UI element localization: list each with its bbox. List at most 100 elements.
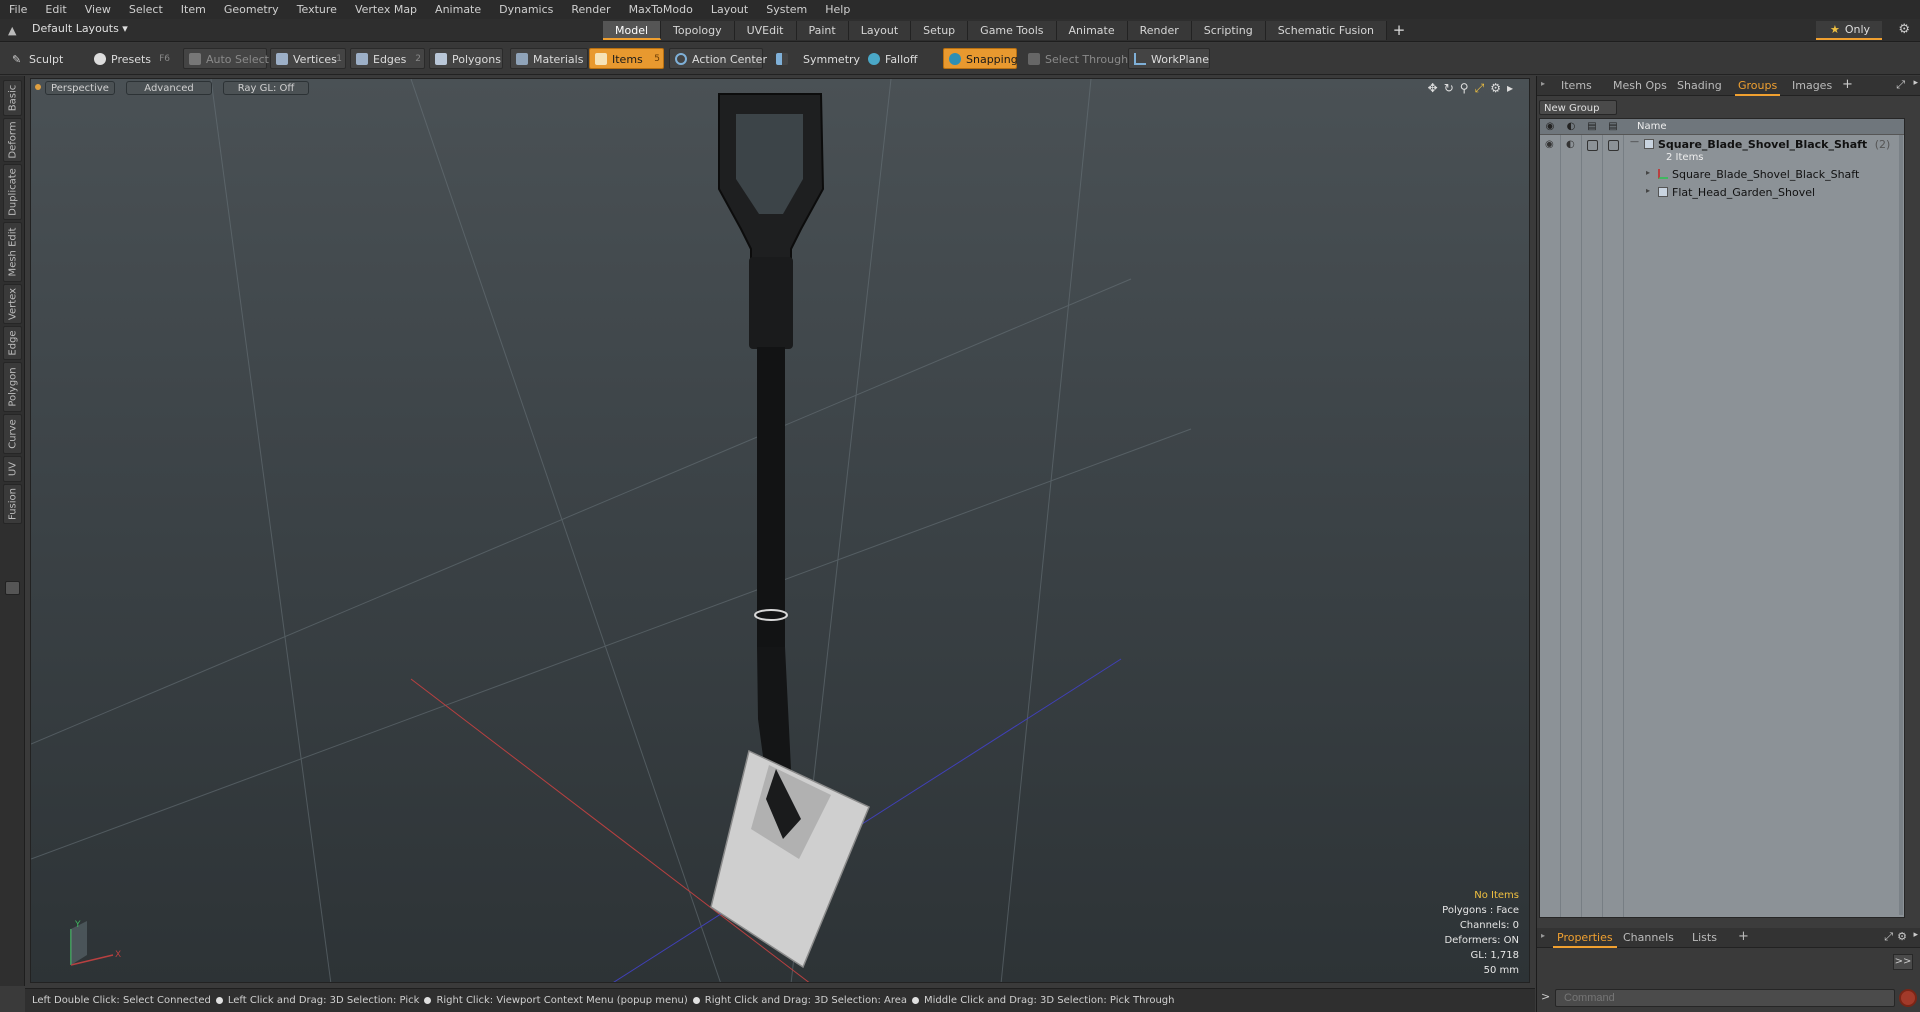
panel-menu-icon[interactable]: ▸	[1541, 79, 1545, 88]
auto-select-button[interactable]: Auto Select	[183, 48, 269, 69]
tab-shading[interactable]: Shading	[1677, 79, 1722, 92]
edges-button[interactable]: Edges 2	[350, 48, 425, 69]
add-tab-button[interactable]: +	[1387, 21, 1411, 41]
tab-mesh-ops[interactable]: Mesh Ops	[1613, 79, 1667, 92]
layout-selector[interactable]: Default Layouts ▾	[32, 22, 128, 35]
tab-topology[interactable]: Topology	[661, 21, 735, 40]
menu-item[interactable]: Item	[172, 0, 215, 19]
view-mode-button[interactable]: Perspective	[45, 81, 115, 95]
name-column-header[interactable]: Name	[1637, 121, 1667, 132]
3d-viewport[interactable]: Y X Perspective Advanced Ray GL: Off ✥ ↻…	[30, 78, 1530, 983]
tab-fusion[interactable]: Fusion	[3, 484, 22, 524]
menu-edit[interactable]: Edit	[36, 0, 75, 19]
group-list-scrollbar[interactable]	[1899, 135, 1903, 915]
rotate-icon[interactable]: ↻	[1444, 81, 1454, 96]
tab-duplicate[interactable]: Duplicate	[3, 164, 22, 220]
zoom-icon[interactable]: ⚲	[1460, 81, 1469, 96]
expand-arrow-button[interactable]: >>	[1893, 954, 1913, 970]
materials-button[interactable]: Materials	[510, 48, 588, 69]
group-child-row[interactable]: ▸ Square_Blade_Shovel_Black_Shaft	[1540, 167, 1904, 183]
tab-deform[interactable]: Deform	[3, 118, 22, 162]
panel-toggle-button[interactable]	[5, 581, 20, 595]
vertices-button[interactable]: Vertices 1	[270, 48, 346, 69]
group-child-row[interactable]: ▸ Flat_Head_Garden_Shovel	[1540, 185, 1904, 201]
tab-animate[interactable]: Animate	[1056, 21, 1128, 40]
record-button[interactable]	[1899, 989, 1917, 1007]
tab-uv[interactable]: UV	[3, 456, 22, 482]
render-toggle-icon[interactable]: ◐	[1566, 139, 1575, 150]
symmetry-button[interactable]: Symmetry	[770, 48, 860, 69]
eye-icon[interactable]: ◉	[1545, 139, 1554, 150]
menu-vertex-map[interactable]: Vertex Map	[346, 0, 426, 19]
falloff-button[interactable]: Falloff	[862, 48, 938, 69]
tab-images[interactable]: Images	[1792, 79, 1832, 92]
settings-icon[interactable]: ⚙	[1897, 930, 1907, 943]
layout-toggle-icon[interactable]: ▲	[8, 24, 21, 37]
tab-layout[interactable]: Layout	[848, 21, 912, 40]
tab-setup[interactable]: Setup	[911, 21, 969, 40]
menu-animate[interactable]: Animate	[426, 0, 490, 19]
menu-dynamics[interactable]: Dynamics	[490, 0, 562, 19]
collapse-icon[interactable]: —	[1630, 137, 1639, 147]
viewport-settings-icon[interactable]: ⚙	[1490, 81, 1501, 96]
tab-scripting[interactable]: Scripting	[1191, 21, 1266, 40]
menu-render[interactable]: Render	[562, 0, 619, 19]
lock-column-icon[interactable]: ▤	[1586, 121, 1598, 133]
add-panel-tab-button[interactable]: +	[1842, 77, 1853, 92]
panel-expand-icon[interactable]: ▸	[1913, 930, 1918, 940]
tab-game-tools[interactable]: Game Tools	[968, 21, 1057, 40]
properties-menu-icon[interactable]: ▸	[1541, 931, 1545, 940]
maximize-icon[interactable]: ⤢	[1884, 930, 1893, 944]
menu-select[interactable]: Select	[120, 0, 172, 19]
gear-icon[interactable]: ⚙	[1898, 22, 1910, 37]
visibility-column-icon[interactable]: ◉	[1544, 121, 1556, 133]
menu-maxtomodo[interactable]: MaxToModo	[620, 0, 702, 19]
tab-channels[interactable]: Channels	[1623, 931, 1674, 944]
lock-checkbox[interactable]	[1587, 140, 1598, 151]
presets-button[interactable]: Presets F6	[88, 48, 174, 69]
tab-vertex[interactable]: Vertex	[3, 284, 22, 324]
tab-polygon[interactable]: Polygon	[3, 362, 22, 412]
select-checkbox[interactable]	[1608, 140, 1619, 151]
panel-expand-icon[interactable]: ▸	[1913, 78, 1918, 88]
tab-groups[interactable]: Groups	[1734, 79, 1781, 96]
shading-mode-button[interactable]: Advanced	[126, 81, 212, 95]
tab-edge[interactable]: Edge	[3, 326, 22, 360]
tab-mesh-edit[interactable]: Mesh Edit	[3, 222, 22, 282]
add-properties-tab-button[interactable]: +	[1738, 929, 1749, 944]
menu-system[interactable]: System	[757, 0, 816, 19]
fit-icon[interactable]: ⤢	[1475, 81, 1485, 96]
select-through-button[interactable]: Select Through	[1022, 48, 1128, 69]
menu-file[interactable]: File	[0, 0, 36, 19]
tab-schematic-fusion[interactable]: Schematic Fusion	[1265, 21, 1388, 40]
menu-view[interactable]: View	[76, 0, 120, 19]
tab-curve[interactable]: Curve	[3, 414, 22, 454]
viewport-expand-icon[interactable]: ▸	[1507, 81, 1513, 96]
polygons-button[interactable]: Polygons	[429, 48, 503, 69]
tab-lists[interactable]: Lists	[1692, 931, 1717, 944]
snapping-button[interactable]: Snapping	[943, 48, 1018, 69]
command-input[interactable]	[1555, 989, 1895, 1007]
tab-render[interactable]: Render	[1127, 21, 1192, 40]
action-center-button[interactable]: Action Center	[669, 48, 767, 69]
items-button[interactable]: Items 5	[589, 48, 664, 69]
shovel-model[interactable]	[710, 93, 870, 969]
tab-uvedit[interactable]: UVEdit	[734, 21, 797, 40]
sculpt-button[interactable]: ✎ Sculpt	[6, 48, 80, 69]
tab-model[interactable]: Model	[603, 21, 662, 40]
workplane-button[interactable]: WorkPlane	[1128, 48, 1210, 69]
select-column-icon[interactable]: ▤	[1607, 121, 1619, 133]
new-group-button[interactable]: New Group	[1539, 100, 1617, 115]
group-row[interactable]: ◉ ◐ — Square_Blade_Shovel_Black_Shaft (2…	[1540, 137, 1904, 165]
maximize-icon[interactable]: ⤢	[1896, 78, 1905, 92]
tab-items[interactable]: Items	[1561, 79, 1592, 92]
pan-icon[interactable]: ✥	[1428, 81, 1438, 96]
menu-texture[interactable]: Texture	[288, 0, 346, 19]
tab-paint[interactable]: Paint	[796, 21, 849, 40]
only-toggle[interactable]: ★ Only	[1816, 21, 1882, 40]
tab-properties[interactable]: Properties	[1553, 931, 1617, 948]
menu-geometry[interactable]: Geometry	[215, 0, 288, 19]
tab-basic[interactable]: Basic	[3, 80, 22, 116]
menu-layout[interactable]: Layout	[702, 0, 757, 19]
raygl-button[interactable]: Ray GL: Off	[223, 81, 309, 95]
